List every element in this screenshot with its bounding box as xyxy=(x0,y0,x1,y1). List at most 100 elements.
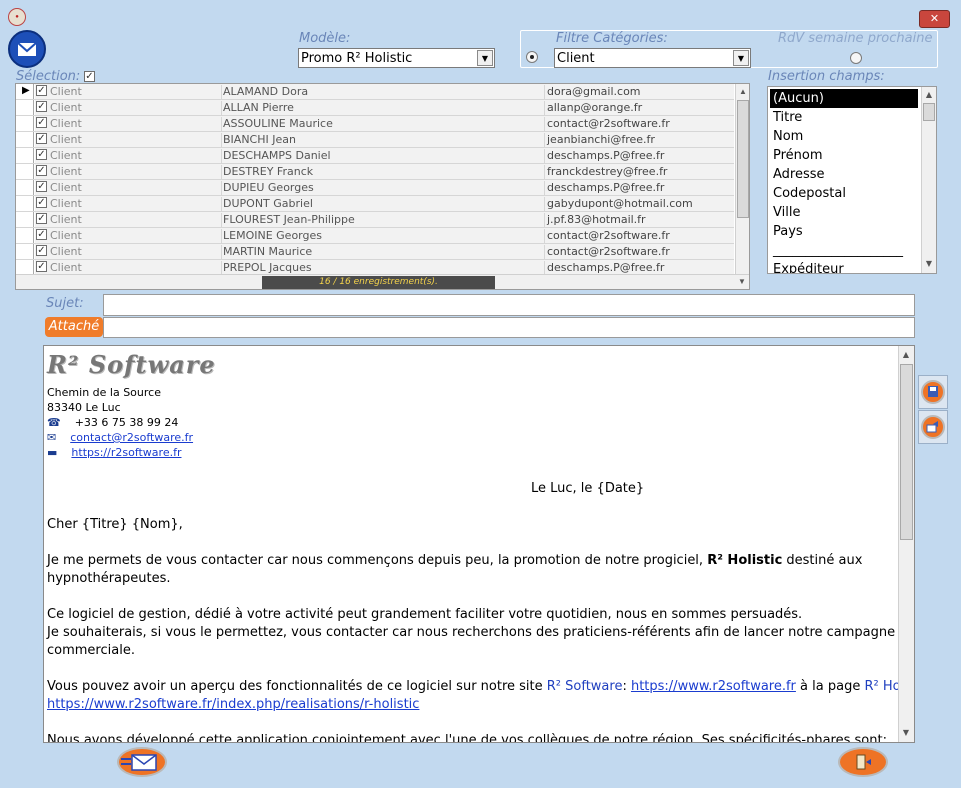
table-row[interactable]: ▶ ✓ Client ALAMAND Dora dora@gmail.com xyxy=(16,84,734,100)
insertion-item[interactable]: Pays xyxy=(770,222,918,241)
letter-editor[interactable]: R² Software Chemin de la Source 83340 Le… xyxy=(43,345,915,743)
p3-url2-link[interactable]: https://www.r2software.fr/index.php/real… xyxy=(47,697,419,712)
row-checkbox[interactable]: ✓ xyxy=(36,181,47,192)
insertion-item[interactable]: Codepostal xyxy=(770,184,918,203)
insertion-item[interactable]: Nom xyxy=(770,127,918,146)
paragraph-2c: commerciale. xyxy=(47,643,135,658)
editor-scrollbar[interactable]: ▲ ▼ xyxy=(898,346,914,742)
name-cell: PREPOL Jacques xyxy=(221,261,544,275)
email-cell: contact@r2software.fr xyxy=(544,117,734,131)
table-row[interactable]: ✓ Client LEMOINE Georges contact@r2software… xyxy=(16,228,734,244)
send-mail-icon xyxy=(121,754,157,771)
chevron-down-icon[interactable]: ▼ xyxy=(477,50,493,66)
table-row[interactable]: ✓ Client ASSOULINE Maurice contact@r2softwa… xyxy=(16,116,734,132)
row-selector[interactable] xyxy=(16,228,34,243)
row-checkbox[interactable]: ✓ xyxy=(36,261,47,272)
scroll-up-icon[interactable]: ▲ xyxy=(922,90,936,99)
insertion-item[interactable]: Expéditeur xyxy=(770,260,918,273)
category-cell: Client xyxy=(50,261,82,274)
email-cell: contact@r2software.fr xyxy=(544,245,734,259)
scroll-down-icon[interactable]: ▼ xyxy=(735,277,749,286)
insertion-item[interactable]: Adresse xyxy=(770,165,918,184)
attache-input[interactable] xyxy=(103,317,915,338)
row-checkbox[interactable]: ✓ xyxy=(36,149,47,160)
row-selector[interactable] xyxy=(16,244,34,259)
row-selector[interactable] xyxy=(16,260,34,275)
email-link[interactable]: contact@r2software.fr xyxy=(70,431,193,444)
row-selector[interactable] xyxy=(16,180,34,195)
insertion-item[interactable]: Ville xyxy=(770,203,918,222)
insertion-item[interactable]: Prénom xyxy=(770,146,918,165)
scroll-thumb[interactable] xyxy=(923,103,935,121)
grid-scrollbar[interactable]: ▲ xyxy=(735,84,749,274)
date-line: Le Luc, le {Date} xyxy=(531,481,645,496)
row-checkbox[interactable]: ✓ xyxy=(36,165,47,176)
exit-button[interactable] xyxy=(838,747,888,777)
table-row[interactable]: ✓ Client DUPIEU Georges deschamps.P@free.fr xyxy=(16,180,734,196)
save-button[interactable] xyxy=(918,375,948,409)
row-selector[interactable] xyxy=(16,196,34,211)
rdv-radio[interactable] xyxy=(850,52,862,64)
category-cell: Client xyxy=(50,181,82,194)
scroll-down-icon[interactable]: ▼ xyxy=(922,259,936,268)
row-checkbox[interactable]: ✓ xyxy=(36,117,47,128)
p3-url-link[interactable]: https://www.r2software.fr xyxy=(631,679,796,694)
category-cell: Client xyxy=(50,133,82,146)
row-checkbox[interactable]: ✓ xyxy=(36,229,47,240)
row-checkbox[interactable]: ✓ xyxy=(36,245,47,256)
phone-number: +33 6 75 38 99 24 xyxy=(74,416,179,429)
send-button[interactable] xyxy=(117,747,167,777)
insertion-scrollbar[interactable]: ▲ ▼ xyxy=(921,87,936,273)
attache-button[interactable]: Attaché xyxy=(45,317,103,337)
row-selector[interactable] xyxy=(16,164,34,179)
email-cell: allanp@orange.fr xyxy=(544,101,734,115)
modele-select[interactable]: Promo R² Holistic ▼ xyxy=(298,48,495,68)
row-selector[interactable]: ▶ xyxy=(16,84,34,99)
select-all-checkbox[interactable]: ✓ xyxy=(84,71,95,82)
category-cell: Client xyxy=(50,245,82,258)
row-selector[interactable] xyxy=(16,148,34,163)
chevron-down-icon[interactable]: ▼ xyxy=(733,50,749,66)
row-checkbox[interactable]: ✓ xyxy=(36,85,47,96)
scroll-thumb[interactable] xyxy=(900,364,913,540)
filtre-select[interactable]: Client ▼ xyxy=(554,48,751,68)
insertion-item[interactable]: ____________________ xyxy=(770,241,918,260)
filtre-label: Filtre Catégories: xyxy=(556,31,668,46)
mail-icon xyxy=(8,30,46,68)
p1-text: Je me permets de vous contacter car nous… xyxy=(47,553,708,568)
table-row[interactable]: ✓ Client MARTIN Maurice contact@r2software.… xyxy=(16,244,734,260)
row-selector[interactable] xyxy=(16,116,34,131)
scroll-up-icon[interactable]: ▲ xyxy=(736,87,749,96)
row-selector[interactable] xyxy=(16,132,34,147)
row-checkbox[interactable]: ✓ xyxy=(36,101,47,112)
website-link[interactable]: https://r2software.fr xyxy=(71,446,181,459)
sujet-input[interactable] xyxy=(103,294,915,316)
insertion-list[interactable]: (Aucun) Titre Nom Prénom Adresse Codepostal Vi… xyxy=(767,86,937,274)
p3-site: R² Software xyxy=(546,679,623,694)
row-checkbox[interactable]: ✓ xyxy=(36,133,47,144)
filter-category-radio[interactable] xyxy=(526,51,538,63)
row-selector[interactable] xyxy=(16,100,34,115)
table-row[interactable]: ✓ Client ALLAN Pierre allanp@orange.fr xyxy=(16,100,734,116)
scroll-up-icon[interactable]: ▲ xyxy=(899,350,913,359)
row-checkbox[interactable]: ✓ xyxy=(36,197,47,208)
export-button[interactable] xyxy=(918,410,948,444)
email-cell: deschamps.P@free.fr xyxy=(544,261,734,275)
table-row[interactable]: ✓ Client BIANCHI Jean jeanbianchi@free.fr xyxy=(16,132,734,148)
insertion-item[interactable]: (Aucun) xyxy=(770,89,918,108)
scroll-down-icon[interactable]: ▼ xyxy=(899,728,913,737)
name-cell: DESCHAMPS Daniel xyxy=(221,149,544,163)
scroll-thumb[interactable] xyxy=(737,100,749,218)
table-row[interactable]: ✓ Client DUPONT Gabriel gabydupont@hotmail.… xyxy=(16,196,734,212)
close-button[interactable]: ✕ xyxy=(919,10,950,28)
paragraph-2a: Ce logiciel de gestion, dédié à votre ac… xyxy=(47,607,803,622)
p3-text: Vous pouvez avoir un aperçu des fonction… xyxy=(47,679,547,694)
row-selector[interactable] xyxy=(16,212,34,227)
category-cell: Client xyxy=(50,85,82,98)
table-row[interactable]: ✓ Client FLOUREST Jean-Philippe j.pf.83@hot… xyxy=(16,212,734,228)
name-cell: DESTREY Franck xyxy=(221,165,544,179)
table-row[interactable]: ✓ Client DESTREY Franck franckdestrey@free.… xyxy=(16,164,734,180)
insertion-item[interactable]: Titre xyxy=(770,108,918,127)
row-checkbox[interactable]: ✓ xyxy=(36,213,47,224)
table-row[interactable]: ✓ Client DESCHAMPS Daniel deschamps.P@free.… xyxy=(16,148,734,164)
